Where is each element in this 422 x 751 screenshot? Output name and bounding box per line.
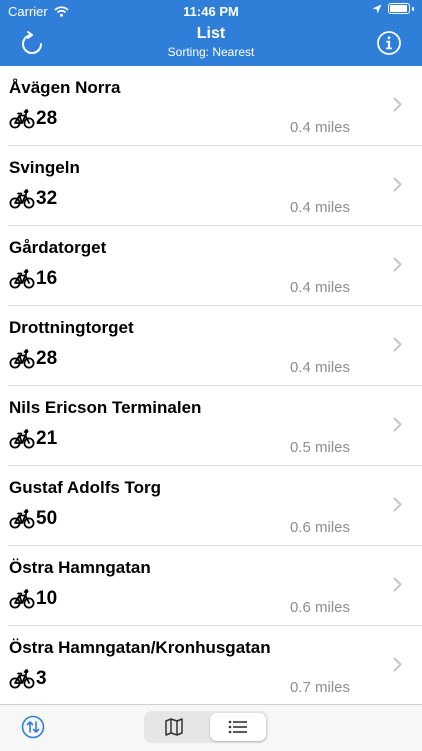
info-icon — [377, 31, 401, 55]
station-row[interactable]: Åvägen Norra 28 0.4 miles — [0, 66, 422, 146]
navigation-header: Carrier 11:46 PM List Sorting: Nearest — [0, 0, 422, 66]
info-button[interactable] — [376, 30, 402, 56]
distance-label: 0.4 miles — [289, 119, 350, 136]
bike-count: 28 — [9, 108, 57, 130]
chevron-right-icon — [393, 497, 402, 512]
bicycle-icon — [9, 429, 35, 449]
bike-count-value: 50 — [36, 508, 58, 529]
station-row[interactable]: Svingeln 32 0.4 miles — [0, 146, 422, 226]
station-row[interactable]: Gårdatorget 16 0.4 miles — [0, 226, 422, 306]
bike-count: 32 — [9, 188, 57, 210]
bike-count-value: 3 — [36, 668, 47, 689]
sort-toggle-button[interactable] — [21, 715, 45, 744]
chevron-right-icon — [393, 657, 402, 672]
bicycle-icon — [9, 669, 35, 689]
bike-count-value: 28 — [36, 108, 58, 129]
station-name: Nils Ericson Terminalen — [9, 398, 202, 417]
station-name: Östra Hamngatan — [9, 558, 151, 577]
chevron-right-icon — [393, 417, 402, 432]
bike-count: 28 — [9, 348, 57, 370]
sorting-subtitle: Sorting: Nearest — [167, 45, 255, 59]
distance-label: 0.5 miles — [289, 439, 350, 456]
status-bar: Carrier 11:46 PM — [0, 0, 422, 22]
bike-count-value: 32 — [36, 188, 58, 209]
chevron-right-icon — [393, 257, 402, 272]
bicycle-icon — [9, 349, 35, 369]
view-mode-segmented-control — [144, 711, 268, 743]
page-title: List — [196, 25, 226, 42]
distance-label: 0.4 miles — [289, 279, 350, 296]
sort-toggle-icon — [21, 715, 45, 739]
bike-count: 3 — [9, 668, 47, 690]
distance-label: 0.4 miles — [289, 359, 350, 376]
distance-label: 0.6 miles — [289, 599, 350, 616]
bike-count-value: 21 — [36, 428, 58, 449]
bike-count: 50 — [9, 508, 57, 530]
distance-label: 0.7 miles — [289, 679, 350, 696]
station-name: Östra Hamngatan/Kronhusgatan — [9, 638, 271, 657]
status-indicators — [372, 3, 414, 14]
bicycle-icon — [9, 269, 35, 289]
map-view-segment[interactable] — [146, 713, 202, 741]
battery-icon — [388, 3, 410, 14]
location-arrow-icon — [372, 4, 382, 13]
bike-count-value: 28 — [36, 348, 58, 369]
bicycle-icon — [9, 189, 35, 209]
bike-count: 21 — [9, 428, 57, 450]
bicycle-icon — [9, 589, 35, 609]
station-row[interactable]: Östra Hamngatan/Kronhusgatan 3 0.7 miles — [0, 626, 422, 704]
station-name: Svingeln — [9, 158, 80, 177]
station-row[interactable]: Östra Hamngatan 10 0.6 miles — [0, 546, 422, 626]
bike-count: 16 — [9, 268, 57, 290]
chevron-right-icon — [393, 177, 402, 192]
list-icon — [228, 720, 247, 734]
distance-label: 0.6 miles — [289, 519, 350, 536]
station-row[interactable]: Nils Ericson Terminalen 21 0.5 miles — [0, 386, 422, 466]
chevron-right-icon — [393, 337, 402, 352]
station-name: Åvägen Norra — [9, 78, 121, 97]
chevron-right-icon — [393, 97, 402, 112]
bike-count: 10 — [9, 588, 57, 610]
bike-count-value: 10 — [36, 588, 58, 609]
distance-label: 0.4 miles — [289, 199, 350, 216]
station-name: Drottningtorget — [9, 318, 134, 337]
bicycle-icon — [9, 509, 35, 529]
bottom-toolbar — [0, 704, 422, 751]
station-name: Gustaf Adolfs Torg — [9, 478, 162, 497]
station-row[interactable]: Gustaf Adolfs Torg 50 0.6 miles — [0, 466, 422, 546]
bicycle-icon — [9, 109, 35, 129]
station-list: Åvägen Norra 28 0.4 miles Svingeln 32 0.… — [0, 66, 422, 704]
station-name: Gårdatorget — [9, 238, 107, 257]
bike-count-value: 16 — [36, 268, 58, 289]
battery-tip — [412, 6, 414, 11]
list-view-segment[interactable] — [210, 713, 266, 741]
map-icon — [165, 718, 183, 736]
chevron-right-icon — [393, 577, 402, 592]
clock: 11:46 PM — [183, 4, 239, 19]
station-row[interactable]: Drottningtorget 28 0.4 miles — [0, 306, 422, 386]
